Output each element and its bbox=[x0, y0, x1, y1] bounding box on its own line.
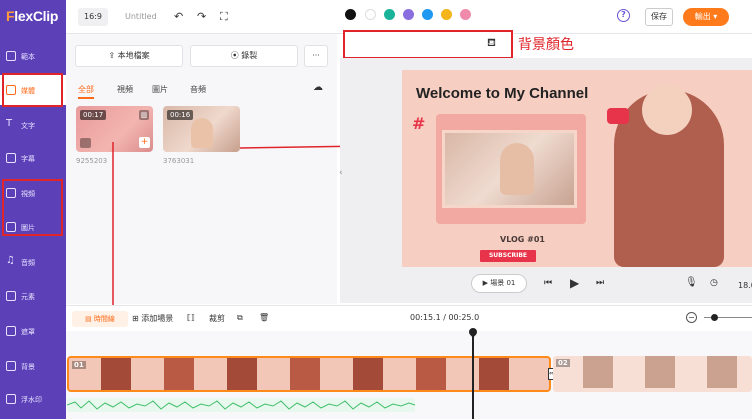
hash-icon: # bbox=[412, 114, 426, 133]
color-swatch-pink[interactable] bbox=[460, 9, 471, 20]
color-swatch-yellow[interactable] bbox=[441, 9, 452, 20]
color-swatch-teal[interactable] bbox=[384, 9, 395, 20]
paint-bucket-icon[interactable]: ⛾ bbox=[487, 36, 496, 51]
clip-frame bbox=[353, 358, 383, 390]
clip-frame bbox=[707, 356, 737, 388]
add-scene-icon: ⊞ bbox=[132, 314, 139, 323]
vlog-label: VLOG #01 bbox=[500, 235, 545, 244]
clip-frame bbox=[645, 356, 675, 388]
background-color-annotation: 背景顏色 bbox=[518, 37, 574, 53]
audio-track[interactable] bbox=[67, 398, 415, 412]
clip-frame bbox=[227, 358, 257, 390]
audio-waveform bbox=[67, 400, 415, 410]
prev-scene-icon[interactable]: ⏮ bbox=[544, 278, 552, 288]
add-scene-button[interactable]: ⊞ 添加場景 bbox=[132, 313, 173, 324]
clip-number: 02 bbox=[556, 359, 570, 367]
illustrated-face bbox=[642, 85, 692, 135]
preview-title: Welcome to My Channel bbox=[416, 85, 589, 102]
collapse-panel-icon[interactable]: ‹ bbox=[339, 168, 343, 178]
split-icon[interactable]: ⟦⟧ bbox=[187, 313, 195, 322]
scene-play-button[interactable]: ▶ 場景 01 bbox=[471, 274, 527, 293]
trim-button[interactable]: 裁剪 bbox=[209, 313, 225, 324]
zoom-slider-handle[interactable] bbox=[711, 314, 718, 321]
video-frame bbox=[442, 130, 577, 208]
play-icon[interactable]: ▶ bbox=[570, 276, 579, 290]
scene-duration: 18.0s bbox=[738, 281, 752, 290]
clip-frame bbox=[416, 358, 446, 390]
duplicate-icon[interactable]: ⧉ bbox=[237, 313, 243, 323]
playhead[interactable] bbox=[472, 331, 474, 419]
play-small-icon: ▶ bbox=[482, 279, 488, 287]
clip-frame bbox=[583, 356, 613, 388]
timecode: 00:15.1 / 00:25.0 bbox=[410, 313, 480, 322]
color-swatch-black[interactable] bbox=[345, 9, 356, 20]
delete-icon[interactable]: 🗑 bbox=[259, 313, 269, 322]
clip-frame bbox=[101, 358, 131, 390]
clip-frame bbox=[164, 358, 194, 390]
clip-number: 01 bbox=[72, 361, 86, 369]
scene-clip-01[interactable]: 01 bbox=[67, 356, 551, 392]
person-face bbox=[500, 143, 534, 195]
clip-frame bbox=[290, 358, 320, 390]
scene-clip-02[interactable]: 02 bbox=[553, 356, 752, 392]
clip-frame bbox=[479, 358, 509, 390]
clock-icon: ◷ bbox=[710, 278, 718, 288]
timeline-icon: ▤ bbox=[85, 315, 92, 323]
subscribe-badge: SUBSCRIBE bbox=[480, 250, 536, 262]
microphone-icon[interactable]: 🎙 bbox=[685, 277, 698, 288]
next-scene-icon[interactable]: ⏭ bbox=[596, 278, 604, 288]
youtube-icon bbox=[607, 108, 629, 124]
zoom-out-icon[interactable]: − bbox=[686, 312, 697, 323]
color-swatch-purple[interactable] bbox=[403, 9, 414, 20]
timeline-toggle-button[interactable]: ▤ 時間線 bbox=[72, 311, 128, 327]
color-swatch-white[interactable] bbox=[365, 9, 376, 20]
color-swatch-blue[interactable] bbox=[422, 9, 433, 20]
